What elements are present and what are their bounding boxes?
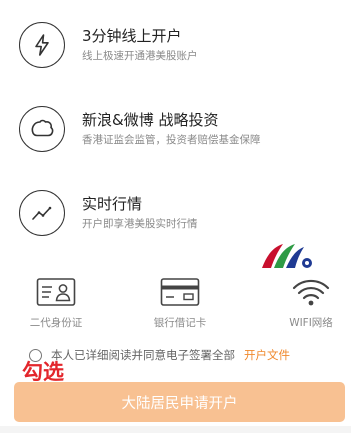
feature-strategic-investment: 新浪&微博 战略投资 香港证监会监管，投资者赔偿基金保障 [0,106,351,176]
brand-logo [259,241,315,271]
feature-subtitle: 香港证监会监管，投资者赔偿基金保障 [82,134,261,146]
bank-card-icon [160,278,200,306]
bottom-edge [0,426,351,433]
agreement-text: 本人已详细阅读并同意电子签署全部 [51,348,235,362]
agreement-row: 本人已详细阅读并同意电子签署全部 开户文件 [29,346,290,364]
requirement-label: 二代身份证 [29,317,83,329]
feature-title: 实时行情 [82,195,143,213]
requirement-label: 银行借记卡 [153,317,207,329]
requirement-wifi: WIFI网络 [266,276,351,332]
feature-quick-open: 3分钟线上开户 线上极速开通港美股账户 [0,22,351,92]
trend-line-icon [19,190,65,236]
requirement-bank-card: 银行借记卡 [135,276,225,332]
feature-title: 新浪&微博 战略投资 [82,111,219,129]
feature-subtitle: 开户即享港美股实时行情 [82,218,198,230]
feature-subtitle: 线上极速开通港美股账户 [82,50,198,62]
apply-open-account-button[interactable]: 大陆居民申请开户 [14,382,345,422]
feature-title: 3分钟线上开户 [82,27,182,45]
wifi-icon [292,279,330,306]
lightning-icon [19,22,65,68]
requirement-label: WIFI网络 [289,317,333,329]
requirement-id-card: 二代身份证 [11,276,101,332]
id-card-icon [36,278,76,306]
leaf-shield-icon [19,106,65,152]
account-documents-link[interactable]: 开户文件 [244,347,290,363]
